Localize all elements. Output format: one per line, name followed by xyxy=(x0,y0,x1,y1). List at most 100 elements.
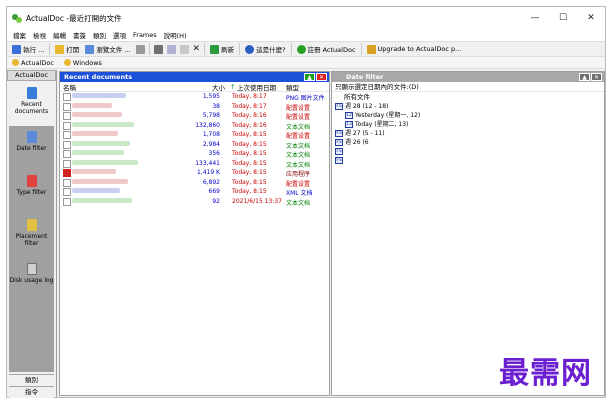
tree-item-week[interactable]: FS 週 26 (6 xyxy=(332,138,604,147)
cut-icon[interactable] xyxy=(153,44,163,54)
collapse-icon[interactable]: ▲ xyxy=(304,73,315,81)
sidebar-header[interactable]: ActualDoc xyxy=(7,70,56,81)
paste-icon[interactable] xyxy=(179,44,189,54)
sidebar-item-type-filter[interactable]: Type filter xyxy=(9,170,54,214)
column-header-size[interactable]: 大小 xyxy=(212,82,225,92)
delete-icon[interactable]: ✕ xyxy=(193,44,201,54)
sidebar-tab-commands[interactable]: 指令 xyxy=(9,386,54,398)
whats-this-button[interactable]: 這是什麼? xyxy=(244,42,286,56)
favorite-windows[interactable]: Windows xyxy=(63,56,103,70)
sidebar-item-disk-usage-log[interactable]: Disk usage log xyxy=(9,258,54,302)
table-row[interactable]: 1,419 K Today, 8:15 应用程序 xyxy=(60,168,329,178)
file-name-blurred xyxy=(72,102,112,108)
file-icon xyxy=(63,121,71,130)
minimize-icon[interactable]: — xyxy=(521,7,549,29)
toolbar-separator xyxy=(148,43,150,55)
table-row[interactable]: 2,984 Today, 8:15 文本文档 xyxy=(60,140,329,150)
sidebar-item-placement-filter[interactable]: Placement filter xyxy=(9,214,54,258)
close-icon[interactable]: ✕ xyxy=(577,7,605,29)
execute-button[interactable]: 執行 ... xyxy=(11,42,45,56)
menu-view[interactable]: 檢視 xyxy=(33,30,46,40)
cell-date: Today, 8:15 xyxy=(232,188,267,195)
tree-item-all-files[interactable]: 所有文件 xyxy=(332,92,604,102)
open-folder-icon xyxy=(55,44,65,54)
file-name-blurred xyxy=(72,150,124,155)
tree-item-week[interactable]: FS 週 27 (5 - 11) xyxy=(332,129,604,138)
file-icon xyxy=(63,131,71,139)
cell-size: 1,419 K xyxy=(196,169,220,176)
placement-filter-icon xyxy=(26,219,37,231)
maximize-icon[interactable]: ☐ xyxy=(549,7,577,29)
cell-date: Today, 8:15 xyxy=(232,131,267,138)
table-row[interactable]: 1,595 Today, 8:17 PNG 图片文件 xyxy=(60,92,329,102)
column-header-name[interactable]: 名稱 xyxy=(63,82,76,92)
tree-item-week[interactable]: FS 週 28 (12 - 18) xyxy=(332,102,604,111)
menu-edit[interactable]: 編輯 xyxy=(53,30,66,40)
file-name-blurred xyxy=(72,121,134,127)
browse-icon xyxy=(85,44,95,54)
sidebar-item-recent-documents[interactable]: Recent documents xyxy=(9,82,54,126)
column-header-row: 名稱 大小 ↑ 上次使用日期 類型 xyxy=(60,82,329,92)
register-button[interactable]: 註冊 ActualDoc xyxy=(296,42,357,56)
calendar-badge-icon: 12 xyxy=(345,112,353,119)
cell-size: 5,798 xyxy=(202,112,220,119)
tree-item-label: Today (星期二, 13) xyxy=(355,121,409,128)
table-row[interactable]: 133,441 Today, 8:15 文本文档 xyxy=(60,159,329,169)
table-row[interactable]: 132,860 Today, 8:16 文本文档 xyxy=(60,121,329,131)
column-header-type[interactable]: 類型 xyxy=(286,82,299,92)
sidebar-item-date-filter[interactable]: Date filter xyxy=(9,126,54,170)
menu-options[interactable]: 選項 xyxy=(113,30,126,40)
file-icon xyxy=(63,112,71,120)
upgrade-icon xyxy=(366,44,376,54)
table-row[interactable]: 1,708 Today, 8:15 配置设置 xyxy=(60,130,329,140)
folder-icon xyxy=(12,59,19,66)
calendar-badge-icon: FS xyxy=(335,103,343,110)
browse-button[interactable]: 瀏覽文件 ... xyxy=(84,42,131,56)
tree-item-week[interactable]: FS xyxy=(332,147,604,156)
cell-size: 92 xyxy=(212,197,220,205)
file-name-blurred xyxy=(72,197,132,203)
favorites-bar: ActualDoc Windows xyxy=(7,57,605,69)
file-icon xyxy=(63,140,71,149)
toolbar-separator xyxy=(360,43,362,55)
table-row[interactable]: 6,892 Today, 8:15 配置设置 xyxy=(60,178,329,188)
tree-item-week[interactable]: FS xyxy=(332,156,604,165)
favorite-actualdoc[interactable]: ActualDoc xyxy=(11,56,55,70)
table-row[interactable]: 356 Today, 8:15 文本文档 xyxy=(60,149,329,159)
table-row[interactable]: 38 Today, 8:17 配置设置 xyxy=(60,102,329,112)
menu-categories[interactable]: 類別 xyxy=(93,30,106,40)
cell-size: 133,441 xyxy=(195,159,220,167)
close-pane-icon[interactable]: ✕ xyxy=(591,73,602,81)
menu-bookmarks[interactable]: 書簽 xyxy=(73,30,86,40)
print-icon[interactable] xyxy=(135,44,145,54)
watermark: 最需网 xyxy=(499,356,592,391)
file-icon xyxy=(63,159,71,168)
file-icon xyxy=(63,178,71,187)
tree-item-day[interactable]: 12 Yesterday (星期一, 12) xyxy=(332,111,604,120)
column-header-date[interactable]: 上次使用日期 xyxy=(237,82,276,92)
table-row[interactable]: 92 2021/6/15 13:37 文本文档 xyxy=(60,197,329,207)
collapse-icon[interactable]: ▲ xyxy=(579,73,590,81)
menu-frames[interactable]: Frames xyxy=(133,31,157,39)
refresh-button[interactable]: 刷新 xyxy=(209,42,235,56)
tree-item-label: 週 28 (12 - 18) xyxy=(345,103,389,110)
table-row[interactable]: 669 Today, 8:15 XML 文档 xyxy=(60,187,329,197)
table-row[interactable]: 5,798 Today, 8:16 配置设置 xyxy=(60,111,329,121)
copy-icon[interactable] xyxy=(166,44,176,54)
toolbar-separator xyxy=(239,43,241,55)
help-icon xyxy=(245,44,255,54)
cell-date: Today, 8:17 xyxy=(232,93,267,100)
tree-item-day[interactable]: 13 Today (星期二, 13) xyxy=(332,120,604,129)
menu-file[interactable]: 檔案 xyxy=(13,30,26,40)
folder-icon xyxy=(63,59,71,66)
upgrade-button[interactable]: Upgrade to ActualDoc p... xyxy=(366,42,463,56)
file-icon xyxy=(63,102,71,111)
menu-help[interactable]: 說明(H) xyxy=(164,30,187,40)
close-pane-icon[interactable]: ✕ xyxy=(316,73,327,81)
sidebar-tab-categories[interactable]: 類別 xyxy=(9,374,54,386)
cell-size: 132,860 xyxy=(195,121,220,129)
window-controls: — ☐ ✕ xyxy=(521,7,605,29)
cell-date: 2021/6/15 13:37 xyxy=(232,197,282,205)
window-title: ActualDoc -最近打開的文件 xyxy=(26,13,122,23)
open-button[interactable]: 打開 xyxy=(54,42,80,56)
